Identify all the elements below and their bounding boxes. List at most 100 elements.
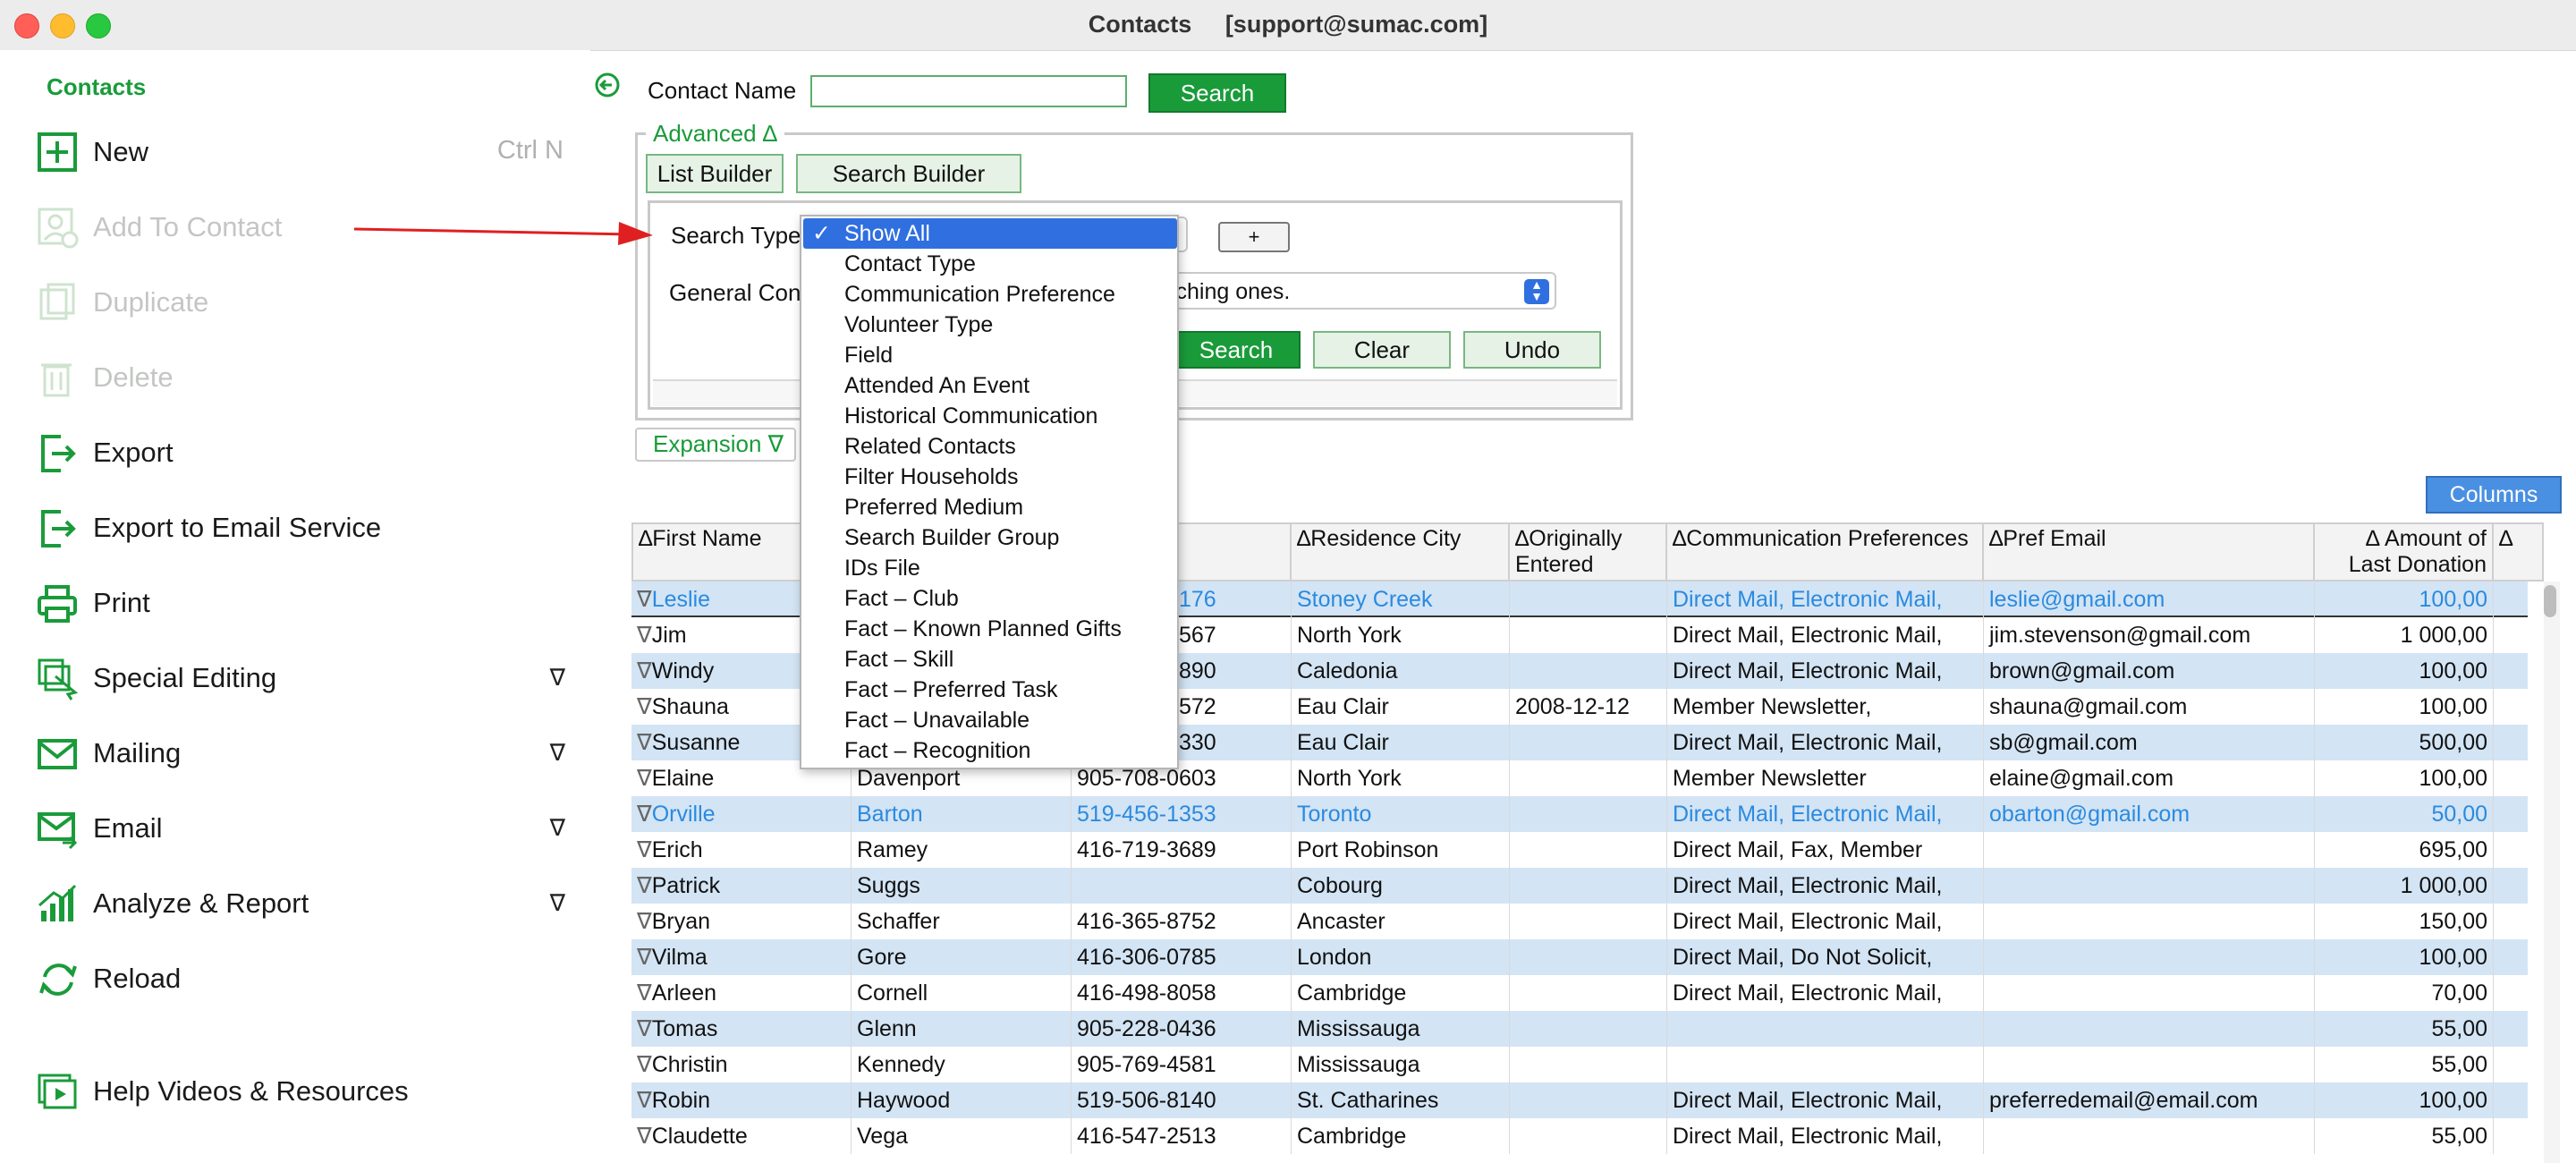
table-cell-email: elaine@gmail.com [1984,760,2315,796]
dropdown-option[interactable]: Fact – Club [803,583,1177,614]
trash-icon [41,363,72,397]
row-expand-icon[interactable]: ∇ [637,587,652,612]
dropdown-option[interactable]: Fact – Recognition [803,735,1177,766]
sidebar-item-special-editing[interactable]: Special Editing ∇ [36,651,572,705]
table-row[interactable]: ∇Bryan Schaffer 416-365-8752 Ancaster Direct… [631,904,2528,939]
sidebar-item-export[interactable]: Export [36,426,572,480]
dropdown-option[interactable]: Search Builder Group [803,522,1177,553]
sidebar-item-help-videos[interactable]: Help Videos & Resources [36,1065,572,1118]
clear-button[interactable]: Clear [1313,331,1451,369]
chevron-down-icon[interactable]: ∇ [550,814,565,842]
table-scrollbar[interactable] [2544,582,2560,1163]
table-cell-comm: Direct Mail, Electronic Mail, [1667,975,1984,1011]
table-row[interactable]: ∇Christin Kennedy 905-769-4581 Mississauga 5… [631,1047,2528,1082]
table-cell-city: Cambridge [1292,975,1510,1011]
row-expand-icon[interactable]: ∇ [637,1124,652,1149]
dropdown-option[interactable]: Communication Preference [803,279,1177,310]
table-cell-phone: 905-228-0436 [1072,1011,1292,1047]
expansion-toggle[interactable]: Expansion ∇ [635,428,796,462]
row-expand-icon[interactable]: ∇ [637,873,652,898]
dropdown-option[interactable]: Related Contacts [803,431,1177,462]
table-cell-email: jim.stevenson@gmail.com [1984,617,2315,653]
table-cell-last: Cornell [852,975,1072,1011]
column-header-communication-preferences[interactable]: ∆Communication Preferences [1667,522,1984,582]
chevron-down-icon[interactable]: ∇ [550,739,565,767]
table-row[interactable]: ∇Robin Haywood 519-506-8140 St. Catharines D… [631,1082,2528,1118]
sidebar-item-print[interactable]: Print [36,576,572,630]
dropdown-option-label: Fact – Recognition [844,738,1031,763]
row-expand-icon[interactable]: ∇ [637,658,652,683]
dropdown-option[interactable]: Field [803,340,1177,370]
sidebar-item-duplicate[interactable]: Duplicate [36,276,572,329]
advanced-search-button[interactable]: Search [1172,331,1301,369]
dropdown-option[interactable]: Fact – Known Planned Gifts [803,614,1177,644]
dropdown-option[interactable]: Historical Communication [803,401,1177,431]
dropdown-option[interactable]: Volunteer Type [803,310,1177,340]
table-cell-amount: 100,00 [2315,689,2494,725]
checkmark-icon: ✓ [812,221,831,246]
row-expand-icon[interactable]: ∇ [637,766,652,791]
dropdown-option-label: Field [844,343,894,368]
row-expand-icon[interactable]: ∇ [637,694,652,719]
dropdown-option[interactable]: IDs File [803,553,1177,583]
row-expand-icon[interactable]: ∇ [637,837,652,862]
dropdown-option[interactable]: Fact – Unavailable [803,705,1177,735]
table-row[interactable]: ∇Patrick Suggs Cobourg Direct Mail, Electro… [631,868,2528,904]
dropdown-option-label: Contact Type [844,251,976,276]
row-expand-icon[interactable]: ∇ [637,1016,652,1041]
table-row[interactable]: ∇Vilma Gore 416-306-0785 London Direct Mail,… [631,939,2528,975]
sidebar-item-analyze-report[interactable]: Analyze & Report ∇ [36,877,572,930]
column-header-amount-last-donation[interactable]: ∆ Amount of Last Donation [2315,522,2494,582]
table-cell-entered [1510,653,1667,689]
column-header-pref-email[interactable]: ∆Pref Email [1984,522,2315,582]
search-button[interactable]: Search [1148,73,1286,113]
undo-button[interactable]: Undo [1463,331,1601,369]
chevron-down-icon[interactable]: ∇ [550,889,565,917]
table-cell-first: ∇Patrick [631,868,852,904]
back-arrow-icon[interactable] [594,72,621,98]
dropdown-option[interactable]: Fact – Preferred Task [803,675,1177,705]
table-cell-email [1984,975,2315,1011]
row-expand-icon[interactable]: ∇ [637,980,652,1006]
table-cell-last: Haywood [852,1082,1072,1118]
chevron-down-icon[interactable]: ∇ [550,664,565,692]
table-row[interactable]: ∇Arleen Cornell 416-498-8058 Cambridge Direc… [631,975,2528,1011]
row-expand-icon[interactable]: ∇ [637,802,652,827]
sidebar-item-reload[interactable]: Reload [36,952,572,1006]
column-header-extra[interactable]: ∆ [2494,522,2544,582]
columns-button[interactable]: Columns [2426,476,2562,514]
dropdown-option[interactable]: Filter Households [803,462,1177,492]
table-row[interactable]: ∇Tomas Glenn 905-228-0436 Mississauga 55,00 [631,1011,2528,1047]
sidebar-item-label: Delete [93,361,174,393]
dropdown-option[interactable]: Attended An Event [803,370,1177,401]
table-row[interactable]: ∇Orville Barton 519-456-1353 Toronto Direct … [631,796,2528,832]
row-expand-icon[interactable]: ∇ [637,945,652,970]
list-builder-tab[interactable]: List Builder [646,154,784,193]
scrollbar-thumb[interactable] [2544,585,2556,617]
sidebar-item-email[interactable]: Email ∇ [36,802,572,855]
search-builder-tab[interactable]: Search Builder [796,154,1021,193]
sidebar-item-mailing[interactable]: Mailing ∇ [36,726,572,780]
dropdown-option[interactable]: Preferred Medium [803,492,1177,522]
row-expand-icon[interactable]: ∇ [637,730,652,755]
printer-icon [38,585,77,623]
dropdown-option-label: Fact – Club [844,586,959,611]
table-cell-phone: 416-547-2513 [1072,1118,1292,1154]
sidebar-item-delete[interactable]: Delete [36,351,572,404]
table-row[interactable]: ∇Erich Ramey 416-719-3689 Port Robinson Dire… [631,832,2528,868]
dropdown-option[interactable]: Fact – Skill [803,644,1177,675]
row-expand-icon[interactable]: ∇ [637,1052,652,1077]
sidebar-item-new[interactable]: New Ctrl N [36,125,572,179]
advanced-toggle[interactable]: Advanced ∆ [646,120,784,148]
add-criteria-button[interactable]: + [1218,222,1290,252]
sidebar-item-export-email[interactable]: Export to Email Service [36,501,572,555]
column-header-residence-city[interactable]: ∆Residence City [1292,522,1510,582]
dropdown-option[interactable]: ✓ Show All [803,218,1177,249]
table-row[interactable]: ∇Claudette Vega 416-547-2513 Cambridge Direc… [631,1118,2528,1154]
column-header-originally-entered[interactable]: ∆Originally Entered [1510,522,1667,582]
row-expand-icon[interactable]: ∇ [637,909,652,934]
contact-name-input[interactable] [810,75,1127,107]
dropdown-option[interactable]: Contact Type [803,249,1177,279]
row-expand-icon[interactable]: ∇ [637,1088,652,1113]
row-expand-icon[interactable]: ∇ [637,623,652,648]
